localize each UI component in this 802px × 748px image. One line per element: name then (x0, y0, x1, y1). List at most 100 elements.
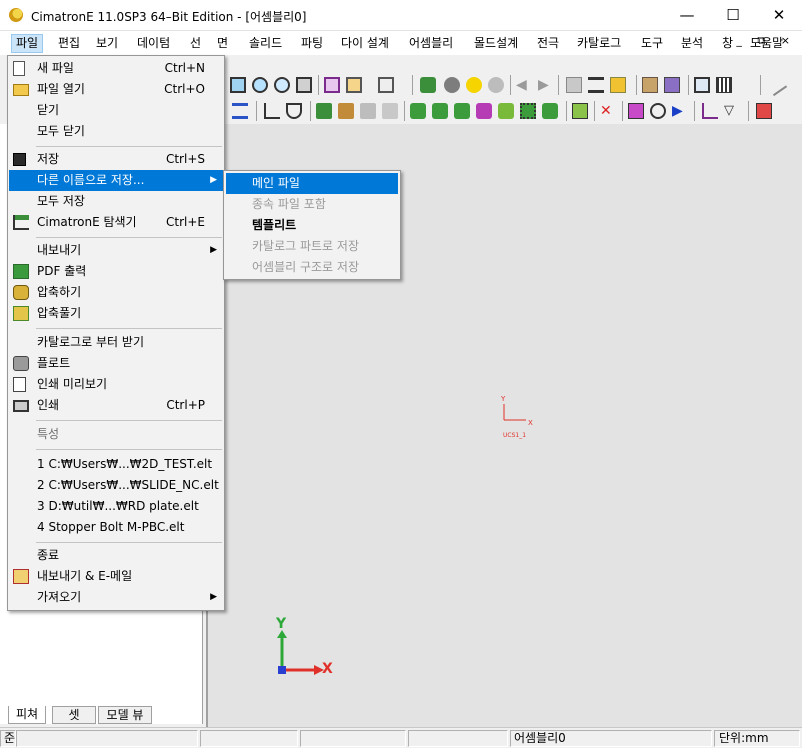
menu-die-design[interactable]: 다이 설계 (337, 34, 393, 53)
layers-icon[interactable] (232, 103, 248, 119)
menu-item-save-as[interactable]: 다른 이름으로 저장... ▶ (9, 170, 223, 191)
extract-icon (13, 306, 29, 321)
refresh-icon[interactable] (650, 103, 666, 119)
menu-face[interactable]: 면 (213, 34, 232, 53)
menu-mold-design[interactable]: 몰드설계 (470, 34, 522, 53)
title-bar[interactable]: CimatronE 11.0SP3 64–Bit Edition - [어셈블리… (0, 0, 802, 31)
tab-set[interactable]: 셋 (52, 706, 96, 724)
menu-item-extract[interactable]: 압축풀기 (9, 303, 223, 324)
light-off-icon[interactable] (444, 77, 460, 93)
zoom-all-icon[interactable] (230, 77, 246, 93)
maximize-button[interactable]: ☐ (710, 0, 756, 31)
menu-edit[interactable]: 편집 (54, 34, 84, 53)
menu-parting[interactable]: 파팅 (297, 34, 327, 53)
light-dim-icon[interactable] (488, 77, 504, 93)
mesh-icon[interactable] (566, 77, 582, 93)
assembly-icon[interactable] (664, 77, 680, 93)
submenu-item-main-file[interactable]: 메인 파일 (226, 173, 398, 194)
close-button[interactable]: ✕ (756, 0, 802, 31)
light-bulb-icon[interactable] (466, 77, 482, 93)
checklist-icon[interactable] (694, 77, 710, 93)
minimize-button[interactable]: — (664, 0, 710, 31)
component-icon[interactable] (642, 77, 658, 93)
menu-datum[interactable]: 데이텀 (133, 34, 174, 53)
arrow-forward-icon[interactable]: ▶ (538, 77, 554, 93)
submenu-item-template[interactable]: 템플리트 (226, 215, 398, 236)
pattern-component-icon[interactable] (476, 103, 492, 119)
menu-assembly[interactable]: 어셈블리 (405, 34, 457, 53)
feature-option-icon[interactable] (382, 103, 398, 119)
menu-electrode[interactable]: 전극 (533, 34, 563, 53)
feature-edit-icon[interactable] (338, 103, 354, 119)
insert-component-icon[interactable] (410, 103, 426, 119)
menu-item-recent-4[interactable]: 4 Stopper Bolt M-PBC.elt (9, 517, 223, 538)
menu-item-pdf-output[interactable]: PDF 출력 (9, 261, 223, 282)
view-cube-icon[interactable] (324, 77, 340, 93)
menu-item-print[interactable]: 인쇄 Ctrl+P (9, 395, 223, 416)
menu-item-close-all[interactable]: 모두 닫기 (9, 121, 223, 142)
menu-item-recent-3[interactable]: 3 D:₩util₩...₩RD plate.elt (9, 496, 223, 517)
wireframe-mode-icon[interactable] (378, 77, 394, 93)
menu-item-recent-1[interactable]: 1 C:₩Users₩...₩2D_TEST.elt (9, 454, 223, 475)
menu-line[interactable]: 선 (186, 34, 205, 53)
menu-item-print-preview[interactable]: 인쇄 미리보기 (9, 374, 223, 395)
menu-catalog[interactable]: 카탈로그 (573, 34, 625, 53)
menu-analysis[interactable]: 분석 (677, 34, 707, 53)
submenu-item-save-as-catalog-part[interactable]: 카탈로그 파트로 저장 (226, 236, 398, 257)
menu-item-export-email[interactable]: 내보내기 & E-메일 (9, 566, 223, 587)
zoom-window-icon[interactable] (252, 77, 268, 93)
menu-item-close[interactable]: 닫기 (9, 100, 223, 121)
status-cell (16, 730, 198, 747)
arrow-back-icon[interactable]: ◀ (516, 77, 532, 93)
feature-add-icon[interactable] (316, 103, 332, 119)
menu-item-import[interactable]: 가져오기 ▶ (9, 587, 223, 608)
menu-item-explorer[interactable]: CimatronE 탐색기 Ctrl+E (9, 212, 223, 233)
filter-icon[interactable]: ▽ (724, 103, 740, 119)
menu-item-properties[interactable]: 특성 (9, 424, 223, 445)
sketch-check-icon[interactable] (420, 77, 436, 93)
add-component-icon[interactable] (432, 103, 448, 119)
menu-item-recent-2[interactable]: 2 C:₩Users₩...₩SLIDE_NC.elt (9, 475, 223, 496)
menu-view[interactable]: 보기 (92, 34, 122, 53)
menu-item-plot[interactable]: 플로트 (9, 353, 223, 374)
pan-icon[interactable] (296, 77, 312, 93)
menu-item-save-all[interactable]: 모두 저장 (9, 191, 223, 212)
mirror-component-icon[interactable] (498, 103, 514, 119)
toolbar-separator (636, 75, 637, 95)
tab-model-view[interactable]: 모델 뷰 (98, 706, 152, 724)
measure-icon[interactable] (702, 103, 718, 119)
block-icon[interactable] (572, 103, 588, 119)
replace-component-icon[interactable] (542, 103, 558, 119)
sketch-icon[interactable] (264, 103, 280, 119)
play-icon[interactable]: ▶ (672, 103, 688, 119)
menu-item-compress[interactable]: 압축하기 (9, 282, 223, 303)
dimension-icon[interactable] (588, 77, 604, 93)
menu-item-export[interactable]: 내보내기 ▶ (9, 240, 223, 261)
render-mode-icon[interactable] (346, 77, 362, 93)
place-component-icon[interactable] (454, 103, 470, 119)
box-pink-icon[interactable] (628, 103, 644, 119)
tab-feature[interactable]: 피쳐 (8, 706, 46, 724)
menu-item-save[interactable]: 저장 Ctrl+S (9, 149, 223, 170)
curve-icon[interactable] (286, 103, 302, 119)
menu-item-exit[interactable]: 종료 (9, 545, 223, 566)
menu-tools[interactable]: 도구 (637, 34, 667, 53)
section-view-icon[interactable] (756, 103, 772, 119)
grid-icon[interactable] (716, 77, 732, 93)
zoom-dynamic-icon[interactable] (274, 77, 290, 93)
axis-triad: X Y (275, 616, 333, 677)
pencil-icon[interactable] (764, 73, 788, 97)
submenu-item-save-as-assembly-structure[interactable]: 어셈블리 구조로 저장 (226, 257, 398, 278)
feature-disabled-icon[interactable] (360, 103, 376, 119)
menu-item-new-file[interactable]: 새 파일 Ctrl+N (9, 58, 223, 79)
menu-file[interactable]: 파일 (11, 34, 44, 53)
submenu-item-include-dependents[interactable]: 종속 파일 포함 (226, 194, 398, 215)
array-icon[interactable] (520, 103, 536, 119)
menu-solid[interactable]: 솔리드 (245, 34, 286, 53)
mdi-window-controls[interactable]: _ ⧉ × (736, 34, 796, 48)
delete-icon[interactable]: ✕ (600, 103, 616, 119)
menu-item-get-from-catalog[interactable]: 카탈로그로 부터 받기 (9, 332, 223, 353)
menu-item-open-file[interactable]: 파일 열기 Ctrl+O (9, 79, 223, 100)
menu-window[interactable]: 창 (718, 34, 737, 53)
properties-icon[interactable] (610, 77, 626, 93)
